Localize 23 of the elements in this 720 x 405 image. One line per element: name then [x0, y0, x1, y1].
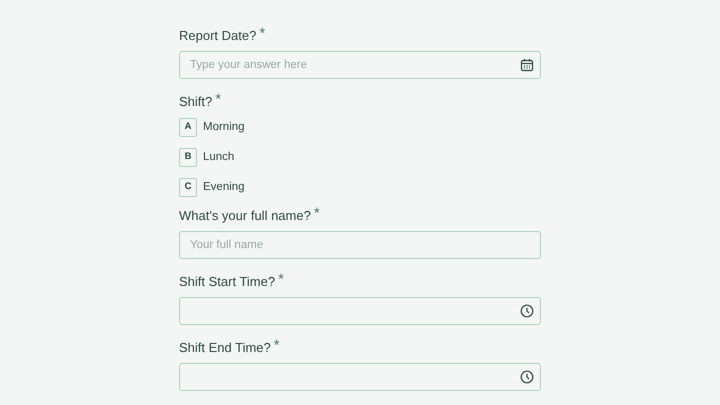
- question-label: Shift Start Time?: [179, 273, 276, 291]
- option-key[interactable]: C: [179, 178, 197, 196]
- time-field[interactable]: [179, 297, 541, 325]
- question-label: Shift?: [179, 93, 212, 111]
- time-field[interactable]: [179, 363, 541, 391]
- required-asterisk: *: [314, 207, 320, 221]
- date-field[interactable]: Type your answer here: [179, 51, 541, 79]
- option-label[interactable]: Lunch: [203, 147, 234, 167]
- option-key[interactable]: A: [179, 118, 197, 136]
- option-label[interactable]: Evening: [203, 177, 245, 197]
- calendar-icon[interactable]: [520, 58, 534, 72]
- option-key[interactable]: B: [179, 148, 197, 166]
- option-label[interactable]: Morning: [203, 117, 245, 137]
- question-label: What's your full name?: [179, 207, 311, 225]
- clock-icon[interactable]: [520, 304, 534, 318]
- required-asterisk: *: [259, 27, 266, 41]
- required-asterisk: *: [278, 273, 284, 287]
- question-label: Shift End Time?: [179, 339, 271, 357]
- clock-icon[interactable]: [520, 370, 534, 384]
- text-field[interactable]: Your full name: [179, 231, 541, 259]
- required-asterisk: *: [274, 339, 280, 353]
- question-label: Report Date?: [179, 27, 256, 45]
- required-asterisk: *: [215, 93, 222, 107]
